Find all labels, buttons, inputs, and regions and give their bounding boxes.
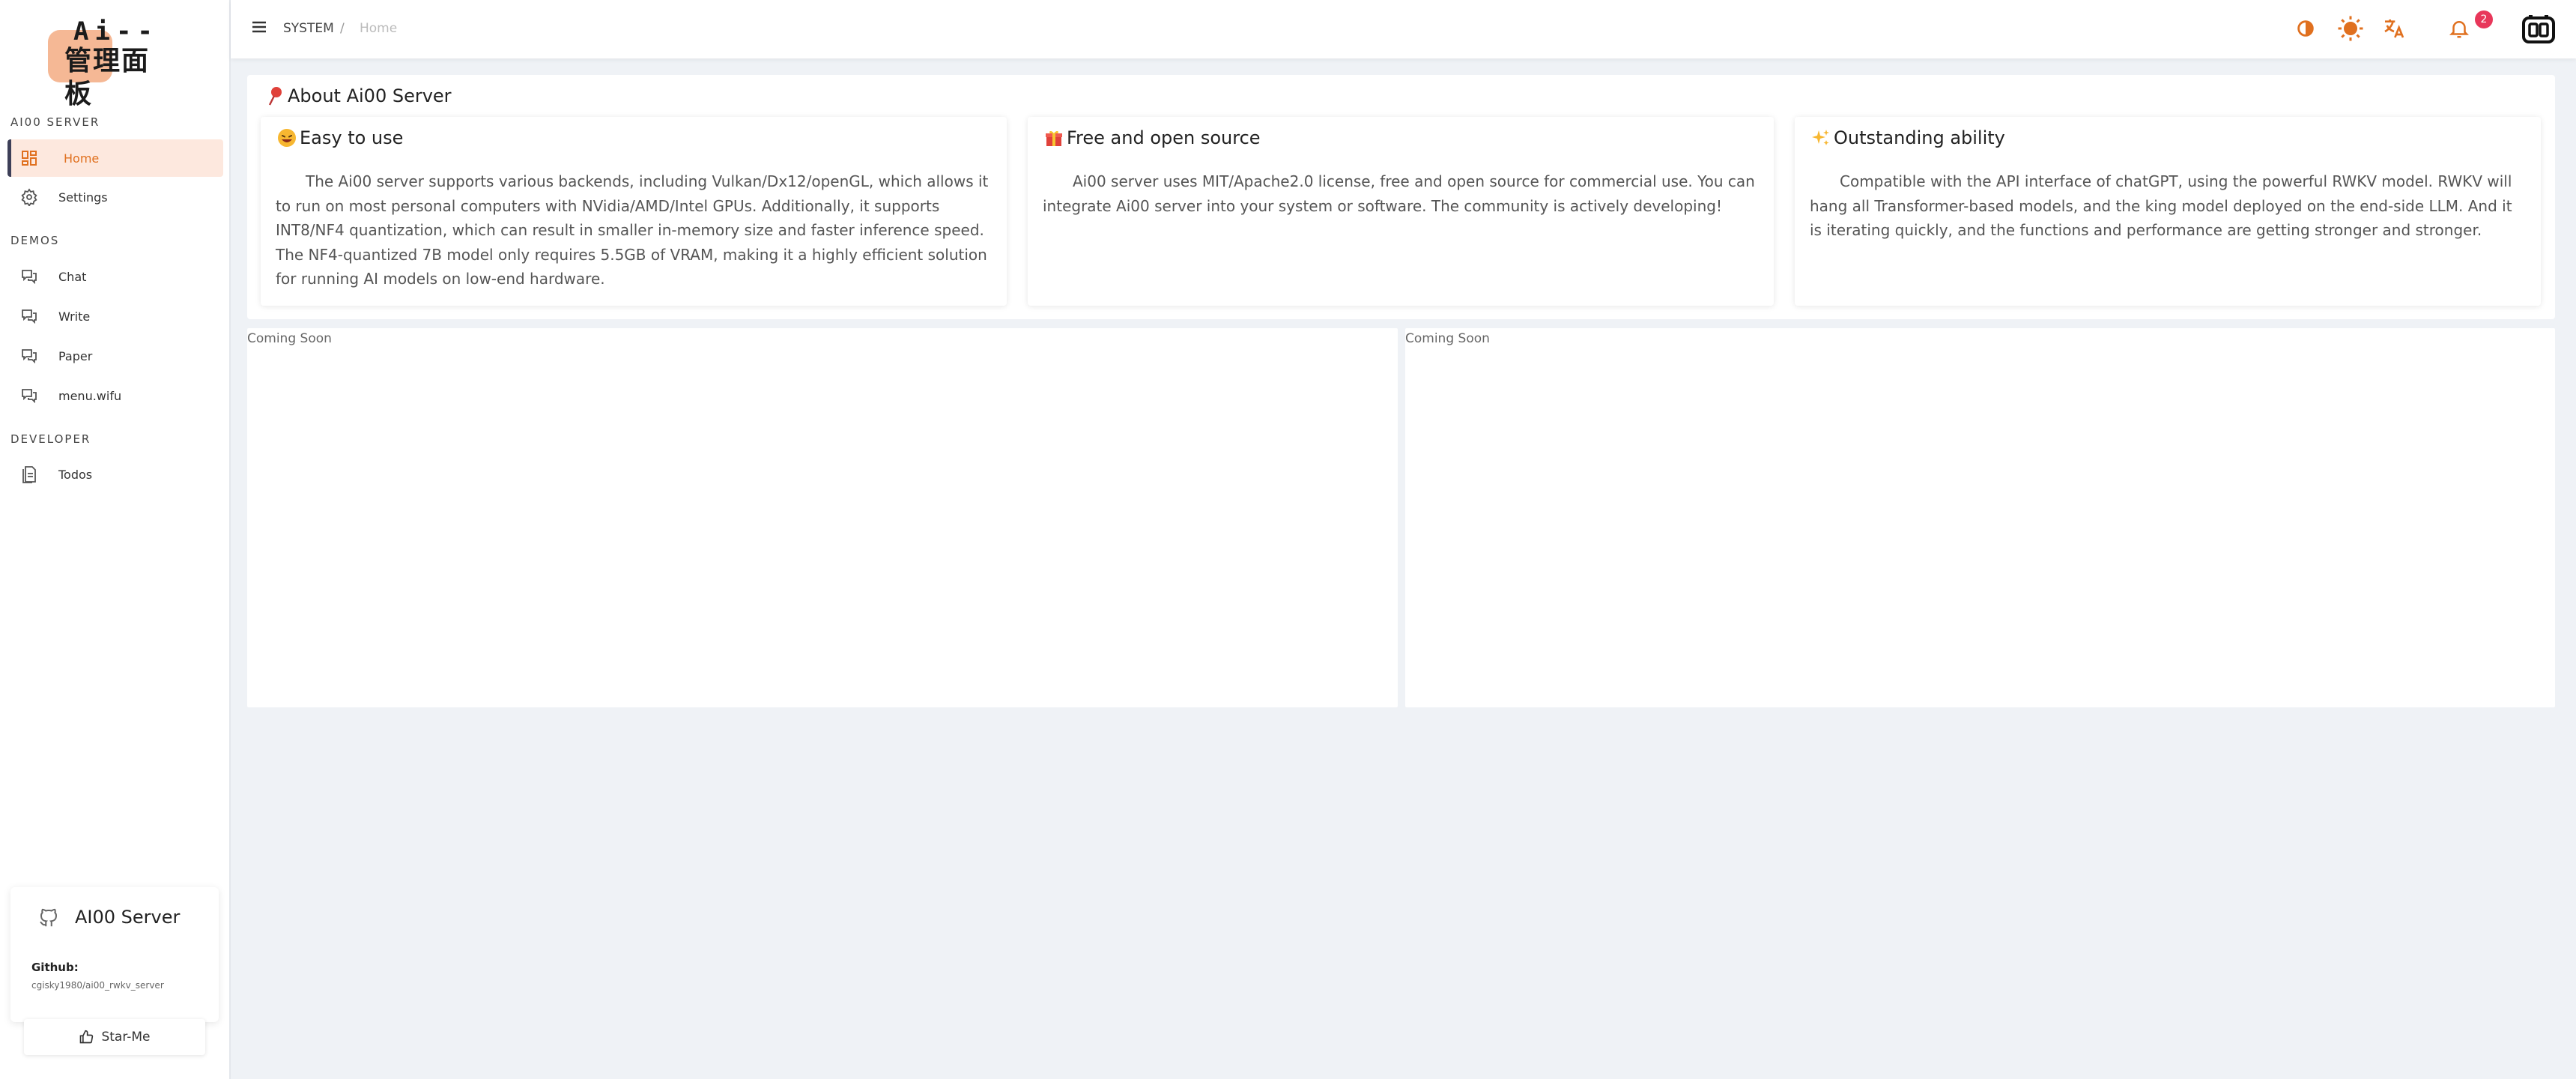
feature-card-title-text: Outstanding ability — [1834, 127, 2005, 148]
hamburger-menu-icon[interactable] — [250, 18, 268, 39]
feature-card-title: Easy to use — [277, 127, 403, 148]
pin-icon — [267, 85, 285, 106]
nav-section-developer: DEVELOPER — [10, 432, 91, 446]
star-me-label: Star-Me — [101, 1030, 151, 1045]
feature-card-free-open-source: Free and open source Ai00 server uses MI… — [1028, 117, 1774, 306]
github-icon — [37, 907, 60, 932]
sidebar-item-menu-wifu[interactable]: menu.wifu — [7, 377, 223, 414]
github-card-title: AI00 Server — [75, 907, 181, 928]
nav-section-demos: DEMOS — [10, 234, 60, 247]
gear-icon — [18, 186, 40, 208]
sparkles-icon — [1811, 128, 1831, 148]
sidebar-item-paper[interactable]: Paper — [7, 337, 223, 375]
sidebar-item-label: Todos — [58, 467, 93, 482]
sun-icon[interactable] — [2337, 15, 2364, 45]
document-icon — [18, 463, 40, 486]
chat-icon — [18, 384, 40, 407]
ai00-logo-icon[interactable] — [2521, 13, 2556, 48]
coming-soon-panel-right: Coming Soon — [1405, 328, 2555, 707]
sidebar-item-label: Write — [58, 309, 91, 324]
about-title: About Ai00 Server — [267, 85, 452, 106]
sidebar-item-todos[interactable]: Todos — [7, 456, 223, 493]
thumbs-up-icon — [79, 1030, 94, 1045]
logo-text-line2: 管理面板 — [64, 46, 151, 109]
feature-card-body: Ai00 server uses MIT/Apache2.0 license, … — [1043, 172, 1755, 215]
about-title-text: About Ai00 Server — [288, 85, 452, 106]
sidebar-item-label: Settings — [58, 190, 108, 205]
contrast-icon[interactable] — [2295, 18, 2316, 42]
chat-icon — [18, 265, 40, 288]
breadcrumb-system[interactable]: SYSTEM — [283, 21, 334, 36]
breadcrumb-current: Home — [360, 21, 398, 36]
translate-icon[interactable] — [2382, 16, 2406, 43]
grinning-face-icon — [277, 128, 297, 148]
topbar: SYSTEM / Home 2 — [231, 0, 2576, 58]
feature-card-body: Compatible with the API interface of cha… — [1810, 172, 2512, 239]
star-me-button[interactable]: Star-Me — [24, 1019, 205, 1055]
sidebar-item-label: Paper — [58, 348, 93, 363]
sidebar-item-label: Chat — [58, 269, 87, 284]
feature-card-easy-to-use: Easy to use The Ai00 server supports var… — [261, 117, 1007, 306]
sidebar-item-label: menu.wifu — [58, 388, 122, 403]
about-panel: About Ai00 Server Easy to use The Ai00 s… — [247, 75, 2555, 319]
chat-icon — [18, 305, 40, 327]
dashboard-icon — [18, 147, 40, 169]
app-logo[interactable]: Ai-- 管理面板 — [45, 16, 177, 109]
gift-icon — [1044, 128, 1064, 148]
feature-card-title: Outstanding ability — [1811, 127, 2005, 148]
sidebar-item-chat[interactable]: Chat — [7, 258, 223, 295]
coming-soon-panel-left: Coming Soon — [247, 328, 1398, 707]
coming-soon-label: Coming Soon — [1405, 331, 1490, 346]
feature-card-body: The Ai00 server supports various backend… — [276, 172, 989, 288]
github-label: Github: — [31, 961, 79, 974]
github-card: AI00 Server Github: cgisky1980/ai00_rwkv… — [10, 887, 219, 1055]
feature-card-outstanding-ability: Outstanding ability Compatible with the … — [1795, 117, 2541, 306]
coming-soon-label: Coming Soon — [247, 331, 332, 346]
bell-icon[interactable] — [2448, 16, 2470, 43]
chat-icon — [18, 345, 40, 367]
breadcrumb-separator: / — [340, 21, 345, 36]
sidebar-item-settings[interactable]: Settings — [7, 178, 223, 216]
notification-count-badge: 2 — [2475, 10, 2493, 28]
logo-text-line1: Ai-- — [73, 16, 159, 46]
github-repo-link[interactable]: cgisky1980/ai00_rwkv_server — [31, 980, 164, 991]
sidebar: Ai-- 管理面板 AI00 SERVER Home Settings DEMO… — [0, 0, 231, 1079]
sidebar-item-write[interactable]: Write — [7, 297, 223, 335]
feature-card-title-text: Free and open source — [1067, 127, 1261, 148]
feature-card-title-text: Easy to use — [300, 127, 404, 148]
nav-section-ai00-server: AI00 SERVER — [10, 115, 100, 129]
feature-card-title: Free and open source — [1044, 127, 1261, 148]
sidebar-item-home[interactable]: Home — [7, 139, 223, 177]
sidebar-item-label: Home — [64, 151, 100, 166]
